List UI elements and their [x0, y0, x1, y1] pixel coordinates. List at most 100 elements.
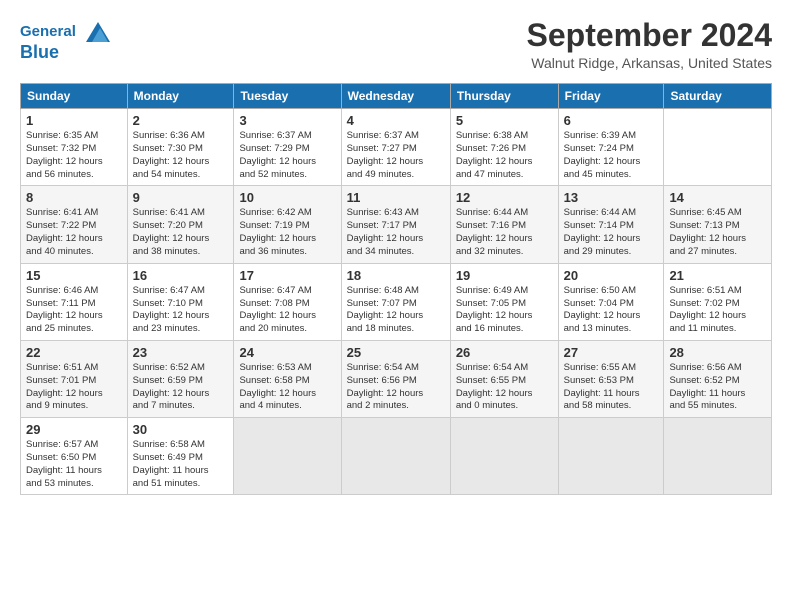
cell-content: Sunrise: 6:44 AM Sunset: 7:16 PM Dayligh… — [456, 207, 553, 258]
calendar-cell: 17 Sunrise: 6:47 AM Sunset: 7:08 PM Dayli… — [234, 263, 341, 340]
cell-content: Sunrise: 6:53 AM Sunset: 6:58 PM Dayligh… — [239, 362, 335, 413]
calendar-cell: 15Sunrise: 6:46 AM Sunset: 7:11 PM Dayli… — [21, 263, 128, 340]
cell-content: Sunrise: 6:47 AM Sunset: 7:10 PM Dayligh… — [133, 285, 229, 336]
calendar-cell: 22Sunrise: 6:51 AM Sunset: 7:01 PM Dayli… — [21, 340, 128, 417]
calendar-cell — [341, 418, 450, 495]
cell-content: Sunrise: 6:44 AM Sunset: 7:14 PM Dayligh… — [564, 207, 659, 258]
calendar-cell: 18 Sunrise: 6:48 AM Sunset: 7:07 PM Dayli… — [341, 263, 450, 340]
cell-content: Sunrise: 6:49 AM Sunset: 7:05 PM Dayligh… — [456, 285, 553, 336]
calendar-week-4: 22Sunrise: 6:51 AM Sunset: 7:01 PM Dayli… — [21, 340, 772, 417]
calendar-header-thursday: Thursday — [450, 84, 558, 109]
calendar-week-3: 15Sunrise: 6:46 AM Sunset: 7:11 PM Dayli… — [21, 263, 772, 340]
calendar-cell: 14 Sunrise: 6:45 AM Sunset: 7:13 PM Dayli… — [664, 186, 772, 263]
calendar-header-sunday: Sunday — [21, 84, 128, 109]
calendar-cell: 6 Sunrise: 6:39 AM Sunset: 7:24 PM Daylig… — [558, 109, 664, 186]
calendar-cell: 4Sunrise: 6:37 AM Sunset: 7:27 PM Daylig… — [341, 109, 450, 186]
cell-content: Sunrise: 6:41 AM Sunset: 7:22 PM Dayligh… — [26, 207, 122, 258]
day-number: 20 — [564, 268, 659, 283]
day-number: 25 — [347, 345, 445, 360]
day-number: 29 — [26, 422, 122, 437]
calendar-header-monday: Monday — [127, 84, 234, 109]
calendar-cell: 13Sunrise: 6:44 AM Sunset: 7:14 PM Dayli… — [558, 186, 664, 263]
day-number: 28 — [669, 345, 766, 360]
calendar-cell: 29 Sunrise: 6:57 AM Sunset: 6:50 PM Dayli… — [21, 418, 128, 495]
calendar-cell — [450, 418, 558, 495]
calendar-cell: 1 Sunrise: 6:35 AM Sunset: 7:32 PM Daylig… — [21, 109, 128, 186]
header: General Blue September 2024 Walnut Ridge… — [20, 18, 772, 71]
cell-content: Sunrise: 6:48 AM Sunset: 7:07 PM Dayligh… — [347, 285, 445, 336]
calendar-cell: 9 Sunrise: 6:41 AM Sunset: 7:20 PM Daylig… — [127, 186, 234, 263]
calendar-cell — [234, 418, 341, 495]
day-number: 17 — [239, 268, 335, 283]
cell-content: Sunrise: 6:50 AM Sunset: 7:04 PM Dayligh… — [564, 285, 659, 336]
calendar-cell: 16 Sunrise: 6:47 AM Sunset: 7:10 PM Dayli… — [127, 263, 234, 340]
calendar-cell: 3Sunrise: 6:37 AM Sunset: 7:29 PM Daylig… — [234, 109, 341, 186]
day-number: 6 — [564, 113, 659, 128]
day-number: 2 — [133, 113, 229, 128]
calendar-cell: 11 Sunrise: 6:43 AM Sunset: 7:17 PM Dayli… — [341, 186, 450, 263]
cell-content: Sunrise: 6:57 AM Sunset: 6:50 PM Dayligh… — [26, 439, 122, 490]
cell-content: Sunrise: 6:35 AM Sunset: 7:32 PM Dayligh… — [26, 130, 122, 181]
calendar-cell: 28 Sunrise: 6:56 AM Sunset: 6:52 PM Dayli… — [664, 340, 772, 417]
calendar-cell: 5Sunrise: 6:38 AM Sunset: 7:26 PM Daylig… — [450, 109, 558, 186]
calendar-week-2: 8 Sunrise: 6:41 AM Sunset: 7:22 PM Daylig… — [21, 186, 772, 263]
page: General Blue September 2024 Walnut Ridge… — [0, 0, 792, 505]
day-number: 4 — [347, 113, 445, 128]
subtitle: Walnut Ridge, Arkansas, United States — [527, 55, 772, 71]
day-number: 21 — [669, 268, 766, 283]
calendar-cell: 27 Sunrise: 6:55 AM Sunset: 6:53 PM Dayli… — [558, 340, 664, 417]
cell-content: Sunrise: 6:51 AM Sunset: 7:02 PM Dayligh… — [669, 285, 766, 336]
calendar-cell — [664, 418, 772, 495]
cell-content: Sunrise: 6:54 AM Sunset: 6:56 PM Dayligh… — [347, 362, 445, 413]
cell-content: Sunrise: 6:56 AM Sunset: 6:52 PM Dayligh… — [669, 362, 766, 413]
calendar-cell: 2 Sunrise: 6:36 AM Sunset: 7:30 PM Daylig… — [127, 109, 234, 186]
title-block: September 2024 Walnut Ridge, Arkansas, U… — [527, 18, 772, 71]
day-number: 26 — [456, 345, 553, 360]
day-number: 1 — [26, 113, 122, 128]
cell-content: Sunrise: 6:36 AM Sunset: 7:30 PM Dayligh… — [133, 130, 229, 181]
day-number: 8 — [26, 190, 122, 205]
day-number: 16 — [133, 268, 229, 283]
day-number: 24 — [239, 345, 335, 360]
day-number: 14 — [669, 190, 766, 205]
calendar-cell: 23 Sunrise: 6:52 AM Sunset: 6:59 PM Dayli… — [127, 340, 234, 417]
day-number: 9 — [133, 190, 229, 205]
day-number: 19 — [456, 268, 553, 283]
cell-content: Sunrise: 6:55 AM Sunset: 6:53 PM Dayligh… — [564, 362, 659, 413]
day-number: 3 — [239, 113, 335, 128]
cell-content: Sunrise: 6:45 AM Sunset: 7:13 PM Dayligh… — [669, 207, 766, 258]
logo-icon — [78, 18, 110, 46]
day-number: 22 — [26, 345, 122, 360]
cell-content: Sunrise: 6:54 AM Sunset: 6:55 PM Dayligh… — [456, 362, 553, 413]
day-number: 10 — [239, 190, 335, 205]
day-number: 18 — [347, 268, 445, 283]
cell-content: Sunrise: 6:39 AM Sunset: 7:24 PM Dayligh… — [564, 130, 659, 181]
calendar-cell — [558, 418, 664, 495]
calendar-week-1: 1 Sunrise: 6:35 AM Sunset: 7:32 PM Daylig… — [21, 109, 772, 186]
calendar-cell: 20 Sunrise: 6:50 AM Sunset: 7:04 PM Dayli… — [558, 263, 664, 340]
cell-content: Sunrise: 6:41 AM Sunset: 7:20 PM Dayligh… — [133, 207, 229, 258]
calendar-header-row: SundayMondayTuesdayWednesdayThursdayFrid… — [21, 84, 772, 109]
calendar-cell: 10Sunrise: 6:42 AM Sunset: 7:19 PM Dayli… — [234, 186, 341, 263]
calendar-header-wednesday: Wednesday — [341, 84, 450, 109]
day-number: 11 — [347, 190, 445, 205]
cell-content: Sunrise: 6:43 AM Sunset: 7:17 PM Dayligh… — [347, 207, 445, 258]
calendar-cell: 8 Sunrise: 6:41 AM Sunset: 7:22 PM Daylig… — [21, 186, 128, 263]
calendar-header-saturday: Saturday — [664, 84, 772, 109]
calendar-cell: 12Sunrise: 6:44 AM Sunset: 7:16 PM Dayli… — [450, 186, 558, 263]
day-number: 27 — [564, 345, 659, 360]
logo-general: General — [20, 23, 76, 40]
cell-content: Sunrise: 6:52 AM Sunset: 6:59 PM Dayligh… — [133, 362, 229, 413]
main-title: September 2024 — [527, 18, 772, 53]
calendar: SundayMondayTuesdayWednesdayThursdayFrid… — [20, 83, 772, 495]
cell-content: Sunrise: 6:47 AM Sunset: 7:08 PM Dayligh… — [239, 285, 335, 336]
calendar-cell: 24 Sunrise: 6:53 AM Sunset: 6:58 PM Dayli… — [234, 340, 341, 417]
calendar-cell: 25 Sunrise: 6:54 AM Sunset: 6:56 PM Dayli… — [341, 340, 450, 417]
cell-content: Sunrise: 6:46 AM Sunset: 7:11 PM Dayligh… — [26, 285, 122, 336]
calendar-header-friday: Friday — [558, 84, 664, 109]
day-number: 5 — [456, 113, 553, 128]
calendar-header-tuesday: Tuesday — [234, 84, 341, 109]
day-number: 23 — [133, 345, 229, 360]
day-number: 30 — [133, 422, 229, 437]
logo: General Blue — [20, 18, 110, 64]
